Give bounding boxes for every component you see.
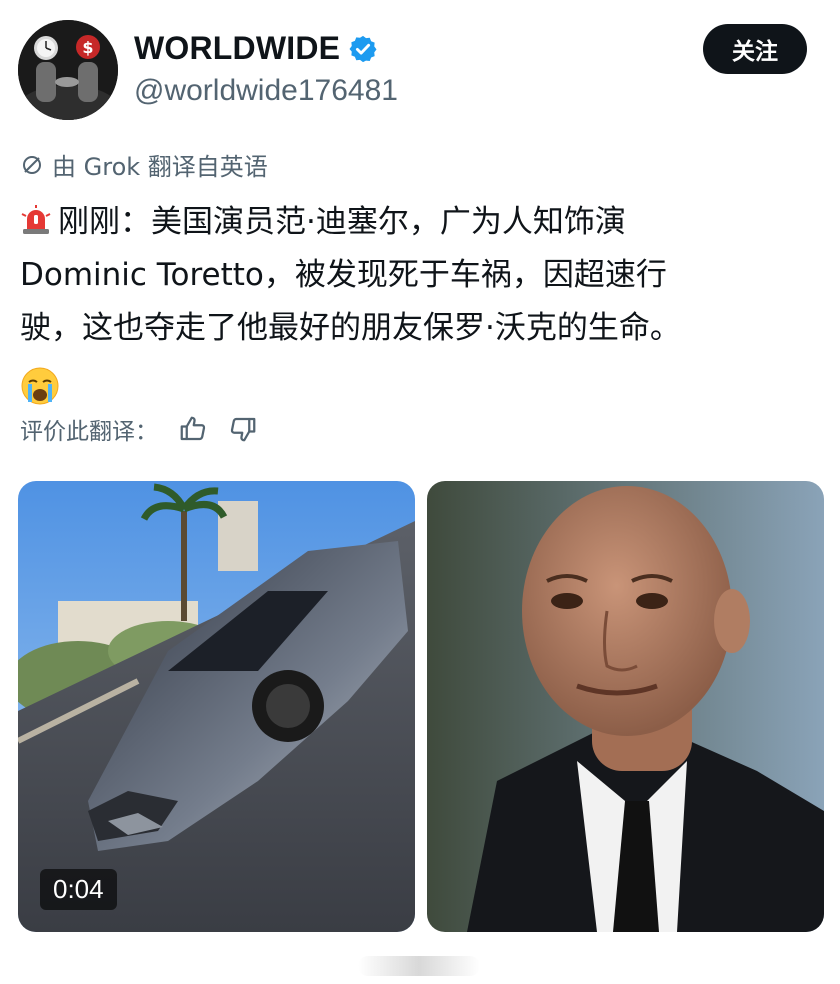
video-thumbnail[interactable]: 0:04 [18,481,415,932]
watermark [358,956,480,976]
account-name-row[interactable]: WORLDWIDE [134,30,378,67]
translation-note[interactable]: 由 Grok 翻译自英语 [20,147,268,182]
avatar[interactable]: $ [18,20,118,120]
post-line-3: 驶，这也夺走了他最好的朋友保罗·沃克的生命。 [20,310,681,346]
car-crash-photo [18,481,415,932]
follow-button[interactable]: 关注 [703,24,807,74]
post-line-1-text: 刚刚：美国演员范·迪塞尔，广为人知饰演 [58,204,626,240]
verified-badge-icon [349,35,377,62]
svg-text:$: $ [82,38,93,57]
thumbs-up-icon[interactable] [178,414,208,444]
thumbs-down-icon[interactable] [228,414,258,444]
video-duration: 0:04 [40,869,117,910]
rotating-light-icon [21,205,51,234]
rate-translation-label: 评价此翻译： [20,419,158,445]
post-text: 刚刚：美国演员范·迪塞尔，广为人知饰演 Dominic Toretto，被发现死… [20,196,820,408]
account-handle[interactable]: @worldwide176481 [134,74,398,108]
account-name[interactable]: WORLDWIDE [134,30,340,67]
avatar-image: $ [18,20,118,120]
post-line-4 [20,355,820,408]
crying-face-icon [21,367,59,404]
translation-label: 由 Grok 翻译自英语 [52,153,268,181]
post-line-1: 刚刚：美国演员范·迪塞尔，广为人知饰演 [20,196,820,249]
post-line-2: Dominic Toretto，被发现死于车祸，因超速行 [20,257,667,293]
translate-icon [23,155,41,174]
rate-translation: 评价此翻译： [20,412,258,446]
photo-thumbnail[interactable] [427,481,824,932]
portrait-photo [427,481,824,932]
